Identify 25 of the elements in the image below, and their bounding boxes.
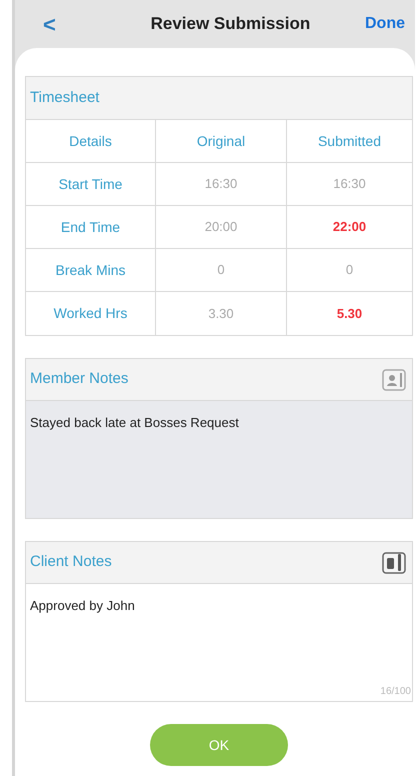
table-cell-text: 22:00 bbox=[332, 218, 366, 236]
panel-title: Client Notes bbox=[30, 552, 112, 572]
back-button[interactable]: < bbox=[43, 8, 56, 40]
table-cell-text: 16:30 bbox=[204, 175, 238, 194]
table-cell-text: 0 bbox=[217, 261, 225, 280]
ok-button[interactable]: OK bbox=[150, 724, 288, 766]
phone-pen-icon[interactable] bbox=[382, 550, 406, 574]
row-label: Start Time bbox=[58, 174, 122, 194]
table-cell-text: 0 bbox=[346, 261, 354, 280]
done-button[interactable]: Done bbox=[365, 12, 405, 36]
table-cell-text: 20:00 bbox=[204, 218, 238, 236]
column-header: Original bbox=[196, 132, 246, 151]
contact-card-icon[interactable] bbox=[382, 368, 406, 392]
column-header: Submitted bbox=[318, 132, 382, 150]
character-counter: 16/100 bbox=[380, 685, 411, 699]
screen-title: Review Submission bbox=[150, 13, 310, 36]
table-cell-text: 5.30 bbox=[336, 304, 362, 323]
table-cell-text: 3.30 bbox=[208, 304, 234, 323]
table-cell-text: 16:30 bbox=[333, 175, 366, 194]
panel-title: Member Notes bbox=[30, 369, 128, 390]
row-label: Break Mins bbox=[55, 260, 126, 280]
row-label: Worked Hrs bbox=[54, 304, 128, 323]
row-label: End Time bbox=[60, 218, 120, 236]
panel-title: Timesheet bbox=[30, 88, 100, 108]
column-header: Details bbox=[69, 132, 112, 150]
